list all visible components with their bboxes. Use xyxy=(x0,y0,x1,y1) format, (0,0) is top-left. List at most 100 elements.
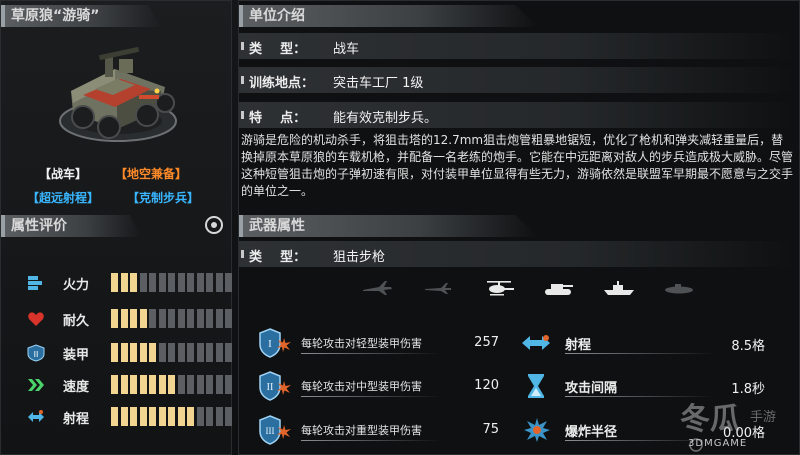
stat-level-segment xyxy=(158,375,166,394)
svg-text:I: I xyxy=(268,338,272,350)
submarine-icon xyxy=(665,284,693,294)
weapon-header: 武器属性 xyxy=(239,215,539,237)
damage-value-heavy: 75 xyxy=(482,422,499,437)
rating-title: 属性评价 xyxy=(11,218,67,234)
stat-level-segment xyxy=(177,375,185,394)
unit-name-header: 草原狼“游骑” xyxy=(1,5,161,27)
stat-level-segment xyxy=(130,343,137,362)
stat-level-segment xyxy=(120,273,128,292)
refresh-icon[interactable] xyxy=(205,216,223,234)
stat-level-segment xyxy=(196,375,204,394)
stat-level-segment xyxy=(111,309,118,328)
stat-level-segment xyxy=(187,309,194,328)
stat-level-segment xyxy=(111,343,118,362)
stat-row: 耐久 xyxy=(27,308,232,330)
stat-level-segment xyxy=(149,309,156,328)
watermark-site: 3DMGAME xyxy=(688,438,748,449)
stat-label: 速度 xyxy=(63,380,90,395)
info-row-type: 类 型： 战车 xyxy=(239,33,795,59)
stat-level-segment xyxy=(158,407,166,426)
stat-level-segment xyxy=(225,273,232,292)
stat-level-segment xyxy=(120,375,128,394)
spec-label-interval: 攻击间隔 xyxy=(565,381,618,396)
info-row-training: 训练地点： 突击车工厂 1级 xyxy=(239,67,795,93)
stat-level-segment xyxy=(215,343,223,362)
stat-level-segment xyxy=(196,343,204,362)
stat-level-segment xyxy=(187,375,194,394)
stat-level-segment xyxy=(225,309,232,328)
tank-icon xyxy=(545,284,573,295)
stat-level-segment xyxy=(139,407,147,426)
speed-chevrons-icon xyxy=(27,376,45,394)
spec-row-range: 射程 8.5格 xyxy=(521,328,771,360)
info-value-training: 突击车工厂 1级 xyxy=(333,76,424,91)
stat-level-segment xyxy=(206,407,213,426)
stat-level-segment xyxy=(215,407,223,426)
ability-tag-anti-infantry: 【克制步兵】 xyxy=(127,191,200,205)
hourglass-icon xyxy=(528,374,544,398)
ship-icon xyxy=(604,281,634,295)
stat-row: 速度 xyxy=(27,374,232,396)
stat-level-segment xyxy=(206,309,213,328)
stat-level-segment xyxy=(187,273,194,292)
stat-level-segment xyxy=(130,309,137,328)
burst-icon xyxy=(277,338,291,352)
unit-type-tag: 【战车】 xyxy=(39,167,88,181)
stat-level-segment xyxy=(120,343,128,362)
stat-level-segment xyxy=(196,309,204,328)
stat-level-segment xyxy=(187,343,194,362)
burst-icon xyxy=(277,381,291,395)
stat-level-segment xyxy=(139,375,147,394)
stat-level-segment xyxy=(206,375,213,394)
damage-value-medium: 120 xyxy=(474,378,499,393)
range-arrows-icon xyxy=(27,408,45,426)
stat-level-segment xyxy=(206,343,213,362)
stat-level-segment xyxy=(120,309,128,328)
stat-level-segment xyxy=(158,273,166,292)
info-row-feature: 特 点： 能有效克制步兵。 xyxy=(239,102,795,128)
target-type-icons xyxy=(359,278,779,298)
stat-level-segment xyxy=(158,309,166,328)
stat-row: II 装甲 xyxy=(27,342,232,364)
svg-text:II: II xyxy=(267,382,274,393)
jet-icon xyxy=(363,281,392,295)
stat-level-segment xyxy=(139,309,147,328)
stat-level-segment xyxy=(196,407,204,426)
stat-level-segment xyxy=(111,273,118,292)
stat-level-segment xyxy=(120,407,128,426)
damage-row-light: I 每轮攻击对轻型装甲伤害 257 xyxy=(259,328,509,360)
stat-level-segment xyxy=(139,273,147,292)
burst-icon xyxy=(277,425,291,439)
unit-info-header: 单位介绍 xyxy=(239,5,539,27)
info-key-feature: 特 点： xyxy=(249,111,307,126)
stat-level-segment xyxy=(177,407,185,426)
firepower-icon xyxy=(27,274,45,292)
plane-icon xyxy=(425,283,451,294)
svg-text:手游: 手游 xyxy=(750,410,776,425)
svg-text:II: II xyxy=(34,350,39,359)
helicopter-icon xyxy=(487,281,514,296)
armor-icon: II xyxy=(27,344,45,362)
vehicle-portrait-image xyxy=(59,46,177,142)
heart-icon xyxy=(27,310,45,328)
rating-header: 属性评价 xyxy=(1,215,141,237)
stat-level-segment xyxy=(215,309,223,328)
svg-text:III: III xyxy=(266,426,275,436)
stat-level-segment xyxy=(225,375,232,394)
info-value-feature: 能有效克制步兵。 xyxy=(333,111,438,126)
stat-level-segment xyxy=(177,343,185,362)
unit-details-panel: 单位介绍 类 型： 战车 训练地点： 突击车工厂 1级 特 点： 能有效克制步兵… xyxy=(238,0,800,455)
spec-label-range: 射程 xyxy=(565,338,592,353)
damage-value-light: 257 xyxy=(474,335,499,350)
weapon-type-key: 类 型： xyxy=(249,250,307,265)
unit-overview-panel: 草原狼“游骑” 【战车】 【地空兼备】 【超远射程】 【克制步兵】 属性评价 火… xyxy=(0,0,232,455)
spec-value-range: 8.5格 xyxy=(731,339,765,354)
stat-label: 耐久 xyxy=(63,314,90,329)
stat-level-segment xyxy=(149,375,156,394)
damage-label-heavy: 每轮攻击对重型装甲伤害 xyxy=(301,424,422,437)
weapon-type-row: 类 型： 狙击步枪 xyxy=(239,241,795,267)
stat-level-segment xyxy=(215,375,223,394)
stat-label: 射程 xyxy=(63,412,90,427)
damage-label-light: 每轮攻击对轻型装甲伤害 xyxy=(301,337,422,350)
svg-text:冬瓜: 冬瓜 xyxy=(680,402,740,437)
